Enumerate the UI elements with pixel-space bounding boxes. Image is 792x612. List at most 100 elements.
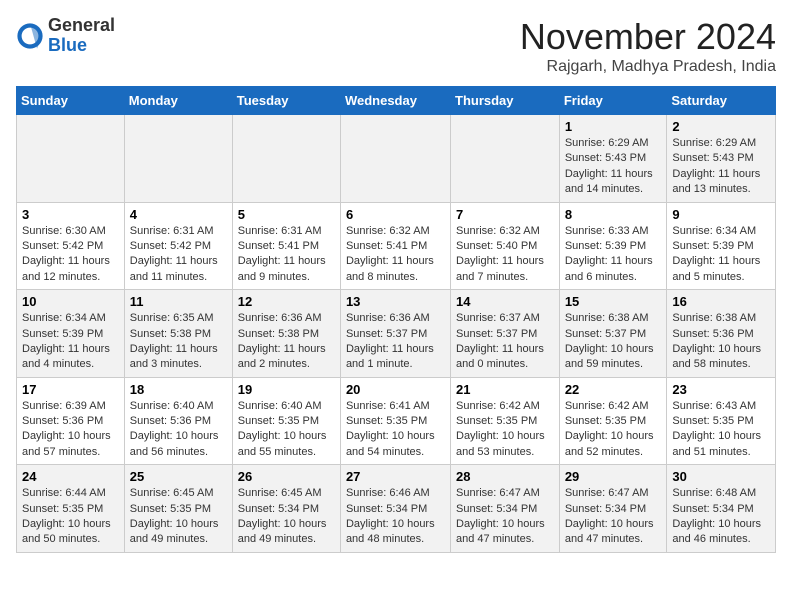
day-info: Sunrise: 6:31 AM Sunset: 5:41 PM Dayligh… (238, 224, 335, 286)
calendar-cell: 19Sunrise: 6:40 AM Sunset: 5:35 PM Dayli… (232, 377, 340, 465)
calendar-cell: 18 Sunrise: 6:40 AM Sunset: 5:36 PM Dayli… (124, 377, 232, 465)
calendar-cell: 12 Sunrise: 6:36 AM Sunset: 5:38 PM Dayli… (232, 290, 340, 378)
day-info: Sunrise: 6:42 AM Sunset: 5:35 PM Dayligh… (456, 399, 554, 461)
day-number: 11 (130, 294, 227, 309)
day-number: 22 (565, 382, 662, 397)
day-info: Sunrise: 6:46 AM Sunset: 5:34 PM Dayligh… (346, 486, 445, 548)
calendar-cell: 30 Sunrise: 6:48 AM Sunset: 5:34 PM Dayli… (667, 465, 776, 553)
calendar-cell: 29Sunrise: 6:47 AM Sunset: 5:34 PM Dayli… (559, 465, 667, 553)
day-number: 5 (238, 207, 335, 222)
weekday-row: SundayMondayTuesdayWednesdayThursdayFrid… (17, 87, 776, 115)
day-info: Sunrise: 6:29 AM Sunset: 5:43 PM Dayligh… (565, 136, 662, 198)
day-info: Sunrise: 6:37 AM Sunset: 5:37 PM Dayligh… (456, 311, 554, 373)
day-info: Sunrise: 6:36 AM Sunset: 5:38 PM Dayligh… (238, 311, 335, 373)
day-info: Sunrise: 6:45 AM Sunset: 5:35 PM Dayligh… (130, 486, 227, 548)
day-number: 28 (456, 469, 554, 484)
day-number: 3 (22, 207, 119, 222)
logo-icon (16, 22, 44, 50)
day-number: 16 (672, 294, 770, 309)
week-row-3: 10 Sunrise: 6:34 AM Sunset: 5:39 PM Dayli… (17, 290, 776, 378)
day-number: 8 (565, 207, 662, 222)
day-info: Sunrise: 6:39 AM Sunset: 5:36 PM Dayligh… (22, 399, 119, 461)
calendar-cell: 8Sunrise: 6:33 AM Sunset: 5:39 PM Daylig… (559, 202, 667, 290)
calendar-cell: 5 Sunrise: 6:31 AM Sunset: 5:41 PM Daylig… (232, 202, 340, 290)
logo-text: General Blue (48, 16, 115, 56)
calendar-cell: 13 Sunrise: 6:36 AM Sunset: 5:37 PM Dayli… (340, 290, 450, 378)
calendar-cell: 2Sunrise: 6:29 AM Sunset: 5:43 PM Daylig… (667, 115, 776, 203)
logo-blue: Blue (48, 35, 87, 55)
day-info: Sunrise: 6:34 AM Sunset: 5:39 PM Dayligh… (22, 311, 119, 373)
day-number: 27 (346, 469, 445, 484)
weekday-header-friday: Friday (559, 87, 667, 115)
calendar-cell: 22 Sunrise: 6:42 AM Sunset: 5:35 PM Dayli… (559, 377, 667, 465)
weekday-header-thursday: Thursday (451, 87, 560, 115)
day-info: Sunrise: 6:36 AM Sunset: 5:37 PM Dayligh… (346, 311, 445, 373)
day-info: Sunrise: 6:38 AM Sunset: 5:36 PM Dayligh… (672, 311, 770, 373)
week-row-4: 17 Sunrise: 6:39 AM Sunset: 5:36 PM Dayli… (17, 377, 776, 465)
day-info: Sunrise: 6:47 AM Sunset: 5:34 PM Dayligh… (565, 486, 662, 548)
day-number: 17 (22, 382, 119, 397)
calendar-cell (124, 115, 232, 203)
day-number: 30 (672, 469, 770, 484)
day-number: 7 (456, 207, 554, 222)
day-number: 12 (238, 294, 335, 309)
calendar-cell (340, 115, 450, 203)
calendar-table: SundayMondayTuesdayWednesdayThursdayFrid… (16, 86, 776, 553)
calendar-cell: 17 Sunrise: 6:39 AM Sunset: 5:36 PM Dayli… (17, 377, 125, 465)
day-number: 4 (130, 207, 227, 222)
calendar-header: SundayMondayTuesdayWednesdayThursdayFrid… (17, 87, 776, 115)
day-info: Sunrise: 6:44 AM Sunset: 5:35 PM Dayligh… (22, 486, 119, 548)
day-info: Sunrise: 6:35 AM Sunset: 5:38 PM Dayligh… (130, 311, 227, 373)
weekday-header-monday: Monday (124, 87, 232, 115)
logo: General Blue (16, 16, 115, 56)
day-number: 24 (22, 469, 119, 484)
calendar-cell: 21 Sunrise: 6:42 AM Sunset: 5:35 PM Dayli… (451, 377, 560, 465)
weekday-header-tuesday: Tuesday (232, 87, 340, 115)
weekday-header-sunday: Sunday (17, 87, 125, 115)
title-area: November 2024 Rajgarh, Madhya Pradesh, I… (520, 16, 776, 76)
day-info: Sunrise: 6:41 AM Sunset: 5:35 PM Dayligh… (346, 399, 445, 461)
header: General Blue November 2024 Rajgarh, Madh… (16, 16, 776, 76)
day-info: Sunrise: 6:31 AM Sunset: 5:42 PM Dayligh… (130, 224, 227, 286)
calendar-cell: 24 Sunrise: 6:44 AM Sunset: 5:35 PM Dayli… (17, 465, 125, 553)
day-info: Sunrise: 6:38 AM Sunset: 5:37 PM Dayligh… (565, 311, 662, 373)
calendar-cell: 6Sunrise: 6:32 AM Sunset: 5:41 PM Daylig… (340, 202, 450, 290)
day-number: 20 (346, 382, 445, 397)
calendar-cell: 14Sunrise: 6:37 AM Sunset: 5:37 PM Dayli… (451, 290, 560, 378)
day-info: Sunrise: 6:42 AM Sunset: 5:35 PM Dayligh… (565, 399, 662, 461)
day-number: 18 (130, 382, 227, 397)
calendar-cell: 7Sunrise: 6:32 AM Sunset: 5:40 PM Daylig… (451, 202, 560, 290)
day-info: Sunrise: 6:40 AM Sunset: 5:36 PM Dayligh… (130, 399, 227, 461)
week-row-1: 1 Sunrise: 6:29 AM Sunset: 5:43 PM Daylig… (17, 115, 776, 203)
week-row-5: 24 Sunrise: 6:44 AM Sunset: 5:35 PM Dayli… (17, 465, 776, 553)
day-number: 23 (672, 382, 770, 397)
day-info: Sunrise: 6:30 AM Sunset: 5:42 PM Dayligh… (22, 224, 119, 286)
day-number: 2 (672, 119, 770, 134)
subtitle: Rajgarh, Madhya Pradesh, India (520, 58, 776, 76)
calendar-cell: 20 Sunrise: 6:41 AM Sunset: 5:35 PM Dayli… (340, 377, 450, 465)
calendar-cell: 25Sunrise: 6:45 AM Sunset: 5:35 PM Dayli… (124, 465, 232, 553)
day-number: 1 (565, 119, 662, 134)
calendar-cell (17, 115, 125, 203)
day-number: 15 (565, 294, 662, 309)
calendar-cell: 23 Sunrise: 6:43 AM Sunset: 5:35 PM Dayli… (667, 377, 776, 465)
calendar-cell: 16 Sunrise: 6:38 AM Sunset: 5:36 PM Dayli… (667, 290, 776, 378)
calendar-cell (232, 115, 340, 203)
day-number: 9 (672, 207, 770, 222)
day-number: 21 (456, 382, 554, 397)
day-info: Sunrise: 6:43 AM Sunset: 5:35 PM Dayligh… (672, 399, 770, 461)
day-number: 26 (238, 469, 335, 484)
day-info: Sunrise: 6:47 AM Sunset: 5:34 PM Dayligh… (456, 486, 554, 548)
day-number: 10 (22, 294, 119, 309)
calendar-cell: 1 Sunrise: 6:29 AM Sunset: 5:43 PM Daylig… (559, 115, 667, 203)
day-number: 13 (346, 294, 445, 309)
day-number: 6 (346, 207, 445, 222)
day-number: 19 (238, 382, 335, 397)
calendar-cell: 28 Sunrise: 6:47 AM Sunset: 5:34 PM Dayli… (451, 465, 560, 553)
calendar-cell: 10 Sunrise: 6:34 AM Sunset: 5:39 PM Dayli… (17, 290, 125, 378)
weekday-header-saturday: Saturday (667, 87, 776, 115)
calendar-cell: 4 Sunrise: 6:31 AM Sunset: 5:42 PM Daylig… (124, 202, 232, 290)
week-row-2: 3 Sunrise: 6:30 AM Sunset: 5:42 PM Daylig… (17, 202, 776, 290)
calendar-cell (451, 115, 560, 203)
day-info: Sunrise: 6:48 AM Sunset: 5:34 PM Dayligh… (672, 486, 770, 548)
